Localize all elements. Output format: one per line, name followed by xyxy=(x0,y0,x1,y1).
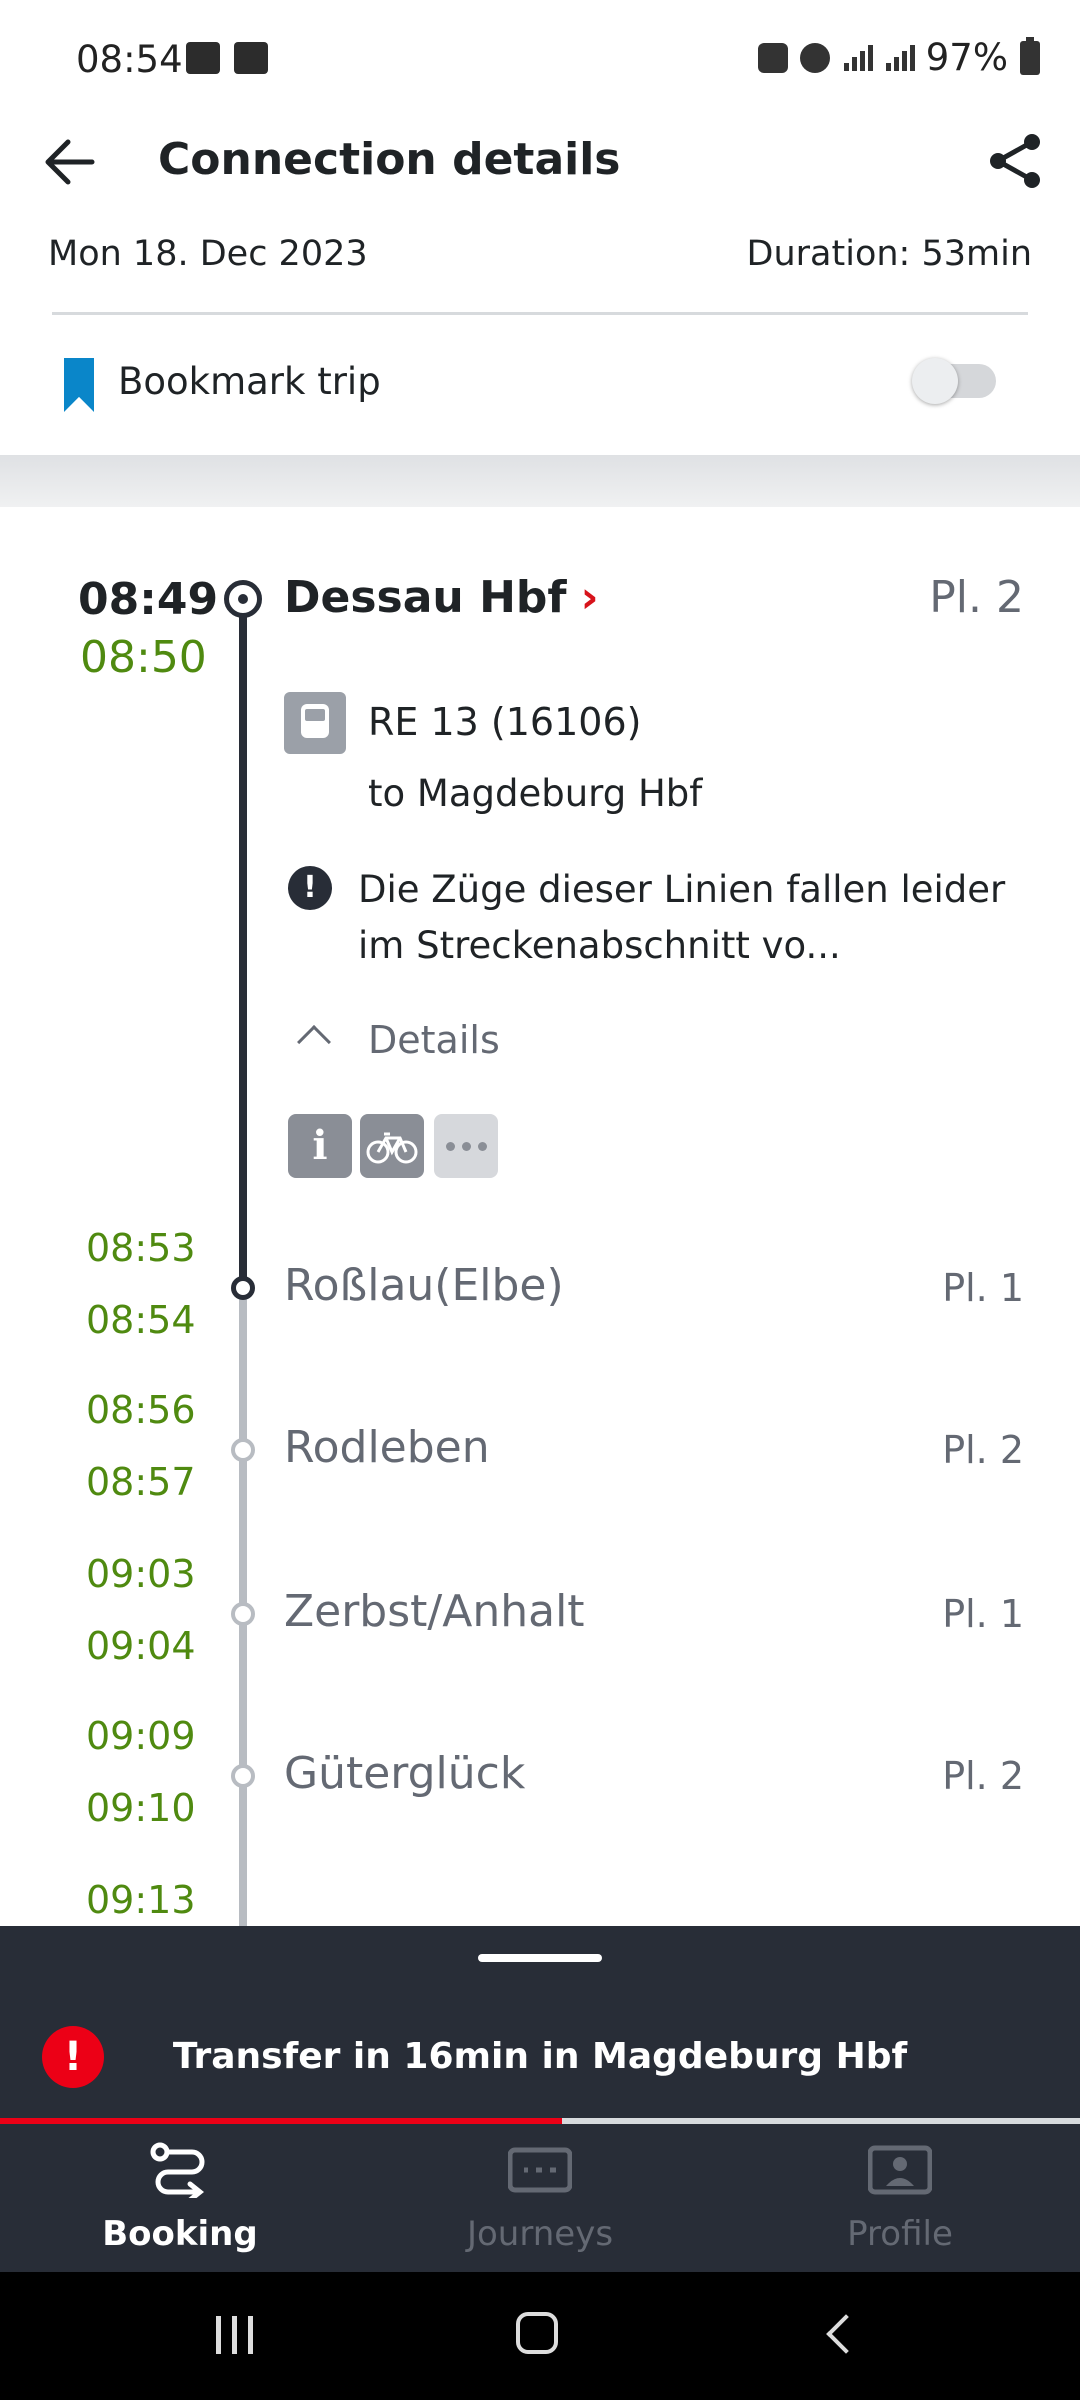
back-arrow-icon[interactable] xyxy=(40,134,100,190)
nav-journeys[interactable]: Journeys xyxy=(360,2124,720,2272)
page-title: Connection details xyxy=(158,134,621,185)
toggle-knob xyxy=(912,358,958,404)
stop-departure-time: 08:54 xyxy=(86,1298,196,1342)
recent-apps-icon[interactable] xyxy=(216,2316,256,2354)
train-name: RE 13 (16106) xyxy=(368,700,642,744)
stop-platform: Pl. 2 xyxy=(942,1428,1024,1472)
transfer-info: Transfer in 16min in Magdeburg Hbf xyxy=(172,2036,908,2077)
nav-label: Journeys xyxy=(466,2214,614,2254)
stop-departure-time: 08:57 xyxy=(86,1460,196,1504)
stop-node-icon xyxy=(231,1602,255,1626)
status-time: 08:54 xyxy=(76,38,183,81)
chevron-right-icon: › xyxy=(580,572,599,623)
divider xyxy=(52,312,1028,315)
battery-percent: 97% xyxy=(925,36,1008,79)
details-toggle[interactable]: Details xyxy=(368,1018,500,1062)
profile-icon xyxy=(868,2145,932,2195)
stop-platform: Pl. 1 xyxy=(942,1592,1024,1636)
section-separator xyxy=(0,455,1080,507)
warning-icon: ! xyxy=(288,866,332,910)
chevron-up-icon[interactable] xyxy=(297,1025,331,1059)
route-icon xyxy=(150,2142,205,2198)
sheet-handle[interactable] xyxy=(478,1954,602,1962)
route-line-traveled xyxy=(239,600,247,1290)
origin-station-name: Dessau Hbf xyxy=(284,572,567,623)
stop-node-icon xyxy=(231,1438,255,1462)
stop-arrival-time: 09:09 xyxy=(86,1714,196,1758)
system-nav-bar xyxy=(0,2272,1080,2400)
nav-booking[interactable]: Booking xyxy=(0,2124,360,2272)
bookmark-toggle[interactable] xyxy=(912,358,996,404)
stop-node-icon xyxy=(231,1764,255,1788)
status-bar: 08:54 97% xyxy=(0,0,1080,120)
bookmark-icon xyxy=(64,358,94,412)
checkbox-icon xyxy=(234,42,268,74)
stop-node-icon xyxy=(231,1276,255,1300)
origin-realtime-time: 08:50 xyxy=(80,632,207,683)
stop-arrival-time: 08:56 xyxy=(86,1388,196,1432)
nav-label: Profile xyxy=(847,2214,953,2254)
stop-platform: Pl. 1 xyxy=(942,1266,1024,1310)
signal-icon-2 xyxy=(884,43,915,73)
stop-platform: Pl. 2 xyxy=(942,1754,1024,1798)
gallery-icon xyxy=(186,42,220,74)
stop-arrival-time: 09:03 xyxy=(86,1552,196,1596)
trip-date: Mon 18. Dec 2023 xyxy=(48,234,368,274)
origin-scheduled-time: 08:49 xyxy=(78,574,219,625)
disruption-notice[interactable]: Die Züge dieser Linien fallen leider im … xyxy=(358,862,1038,974)
train-destination: to Magdeburg Hbf xyxy=(368,772,703,815)
origin-platform: Pl. 2 xyxy=(929,572,1024,623)
bookmark-row[interactable]: Bookmark trip xyxy=(0,340,1080,450)
signal-icon xyxy=(842,43,873,73)
notification-icons xyxy=(186,42,268,74)
trip-duration: Duration: 53min xyxy=(746,234,1032,274)
home-icon[interactable] xyxy=(516,2312,558,2354)
bottom-nav: Booking Journeys Profile xyxy=(0,2124,1080,2272)
stop-departure-time: 09:10 xyxy=(86,1786,196,1830)
stop-departure-time: 09:04 xyxy=(86,1624,196,1668)
share-icon[interactable] xyxy=(986,132,1044,190)
status-right: 97% xyxy=(757,36,1040,79)
alarm-icon xyxy=(799,42,830,73)
nav-profile[interactable]: Profile xyxy=(720,2124,1080,2272)
battery-icon xyxy=(1020,36,1040,75)
system-back-icon[interactable] xyxy=(826,2314,866,2354)
transfer-sheet[interactable]: ! Transfer in 16min in Magdeburg Hbf xyxy=(0,1926,1080,2126)
stop-name[interactable]: Zerbst/Anhalt xyxy=(284,1586,585,1637)
origin-station-link[interactable]: Dessau Hbf › xyxy=(284,572,599,623)
nav-label: Booking xyxy=(102,2214,258,2254)
bicycle-icon[interactable] xyxy=(360,1114,424,1178)
train-icon xyxy=(284,692,346,754)
battery-saver-icon xyxy=(757,42,788,73)
info-icon[interactable]: i xyxy=(288,1114,352,1178)
more-icon[interactable] xyxy=(434,1114,498,1178)
stop-name[interactable]: Güterglück xyxy=(284,1748,525,1799)
app-bar: Connection details xyxy=(0,120,1080,205)
stop-name[interactable]: Rodleben xyxy=(284,1422,490,1473)
ticket-icon xyxy=(508,2147,572,2193)
stop-arrival-time: 08:53 xyxy=(86,1226,196,1270)
origin-node-icon xyxy=(224,580,262,618)
stop-name[interactable]: Roßlau(Elbe) xyxy=(284,1260,564,1311)
stop-arrival-time: 09:13 xyxy=(86,1878,196,1922)
bookmark-label: Bookmark trip xyxy=(118,360,381,403)
